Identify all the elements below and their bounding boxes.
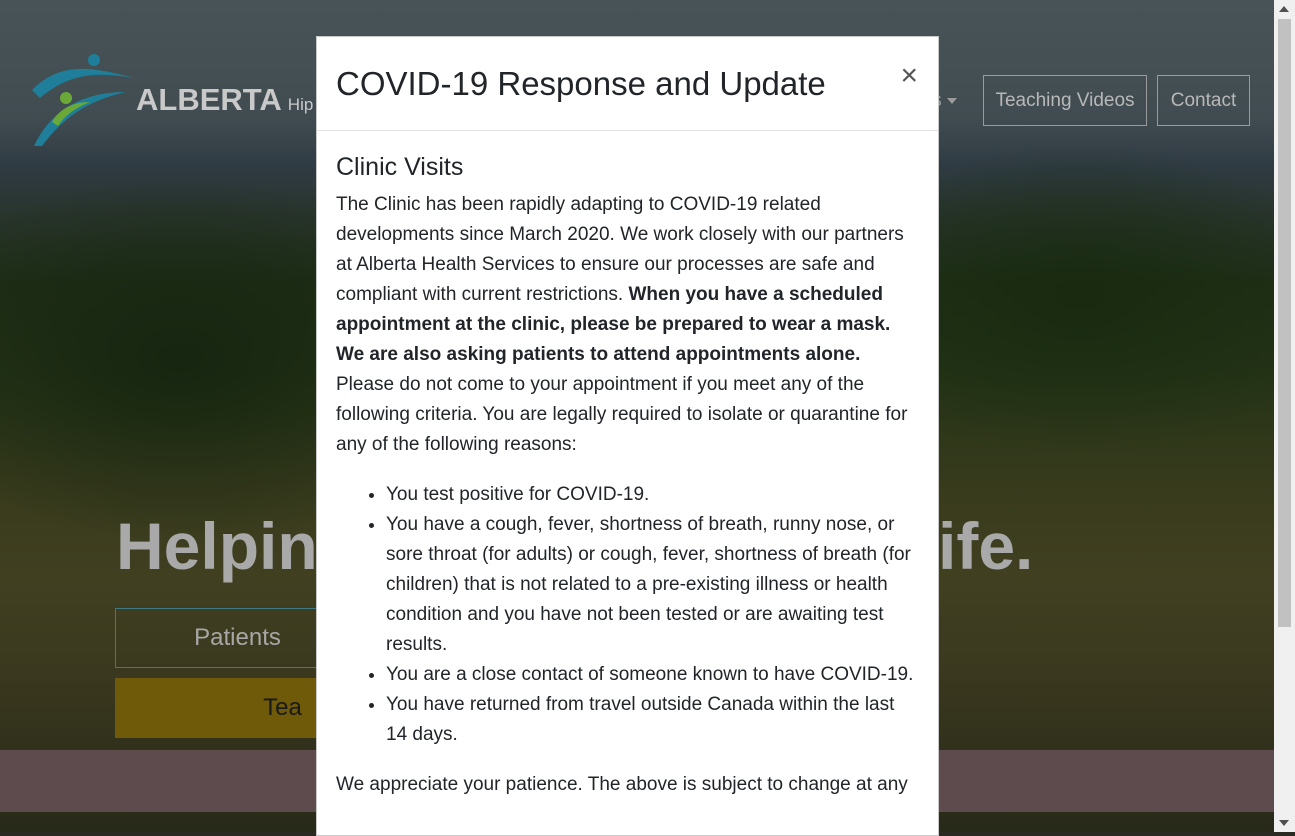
close-icon[interactable]: × bbox=[900, 61, 918, 91]
intro-paragraph: The Clinic has been rapidly adapting to … bbox=[336, 190, 919, 460]
scroll-down-icon[interactable] bbox=[1279, 820, 1289, 826]
intro-tail: Please do not come to your appointment i… bbox=[336, 374, 908, 455]
page-scrollbar[interactable] bbox=[1274, 0, 1295, 832]
modal-title: COVID-19 Response and Update bbox=[336, 65, 826, 102]
runner-logo-icon bbox=[32, 54, 134, 146]
closing-paragraph: We appreciate your patience. The above i… bbox=[336, 774, 908, 795]
scroll-up-icon[interactable] bbox=[1279, 6, 1289, 12]
hero-headline: Helpin bbox=[116, 509, 318, 583]
list-item: You are a close contact of someone known… bbox=[386, 660, 919, 690]
list-item: You test positive for COVID-19. bbox=[386, 480, 919, 510]
site-logo[interactable]: ALBERTA Hip bbox=[30, 52, 313, 148]
modal-body: Clinic Visits The Clinic has been rapidl… bbox=[317, 131, 938, 800]
brand-name: ALBERTA bbox=[136, 82, 282, 117]
caret-down-icon bbox=[946, 97, 957, 104]
covid-modal: COVID-19 Response and Update × Clinic Vi… bbox=[316, 36, 939, 836]
modal-header: COVID-19 Response and Update × bbox=[317, 37, 938, 131]
list-item: You have a cough, fever, shortness of br… bbox=[386, 510, 919, 660]
nav-teaching-videos-button[interactable]: Teaching Videos bbox=[983, 75, 1147, 126]
list-item: You have returned from travel outside Ca… bbox=[386, 690, 919, 750]
section-title: Clinic Visits bbox=[336, 153, 464, 181]
hero-headline-end: ife. bbox=[938, 509, 1034, 583]
scrollbar-thumb[interactable] bbox=[1278, 19, 1291, 627]
nav-contact-button[interactable]: Contact bbox=[1157, 75, 1250, 126]
brand-subtitle: Hip bbox=[287, 95, 314, 114]
criteria-list: You test positive for COVID-19. You have… bbox=[336, 480, 919, 750]
